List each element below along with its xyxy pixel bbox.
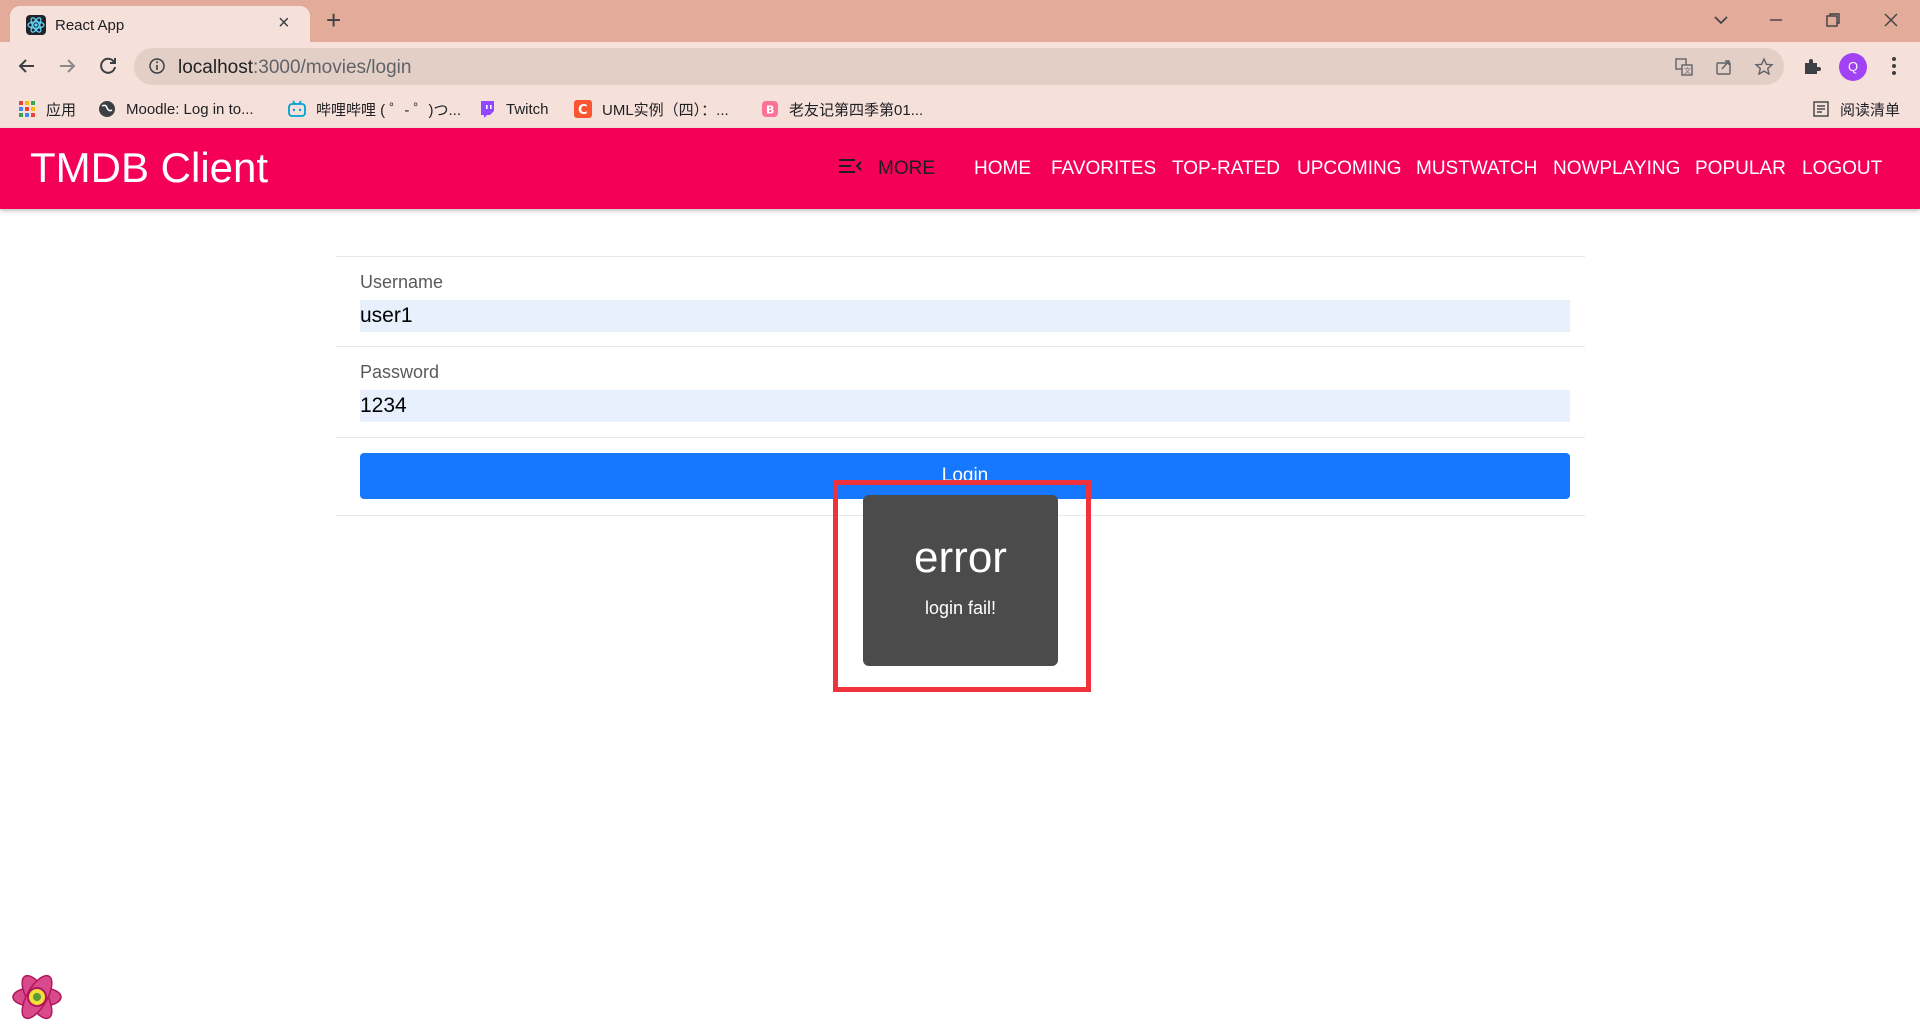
svg-text:文: 文 bbox=[1684, 66, 1691, 75]
nav-link-nowplaying[interactable]: NOWPLAYING bbox=[1553, 158, 1680, 180]
app-navbar: TMDB Client MORE HOME FAVORITES TOP-RATE… bbox=[0, 128, 1920, 209]
new-tab-icon[interactable]: + bbox=[326, 6, 341, 34]
login-form: Username Password Login bbox=[336, 256, 1585, 516]
profile-avatar[interactable]: Q bbox=[1839, 53, 1867, 81]
bookmark-label: 老友记第四季第01... bbox=[789, 101, 924, 119]
browser-tab-strip: React App × + bbox=[0, 0, 1920, 42]
bookmark-label: 哔哩哔哩 ( ゜- ゜)つ... bbox=[316, 101, 461, 119]
browser-tab[interactable]: React App × bbox=[10, 6, 310, 42]
minimize-icon[interactable] bbox=[1764, 8, 1788, 32]
annotation-highlight-box bbox=[833, 480, 1091, 692]
back-arrow-icon[interactable] bbox=[15, 54, 39, 78]
bookmark-star-icon[interactable] bbox=[1754, 57, 1774, 77]
bookmark-twitch[interactable]: Twitch bbox=[478, 99, 549, 119]
tab-search-icon[interactable] bbox=[1709, 8, 1733, 32]
url-host: localhost bbox=[178, 57, 253, 78]
more-menu-label: MORE bbox=[878, 157, 935, 179]
tab-close-icon[interactable]: × bbox=[278, 12, 290, 34]
menu-open-icon bbox=[838, 156, 862, 181]
share-icon[interactable] bbox=[1714, 57, 1734, 77]
reading-list[interactable]: 阅读清单 bbox=[1812, 99, 1900, 119]
address-bar[interactable]: localhost:3000/movies/login 文 bbox=[134, 48, 1784, 85]
apps-grid-icon bbox=[18, 100, 36, 118]
extensions-puzzle-icon[interactable] bbox=[1800, 54, 1824, 78]
username-input[interactable] bbox=[360, 300, 1570, 332]
brand-title[interactable]: TMDB Client bbox=[30, 144, 268, 192]
svg-text:C: C bbox=[578, 103, 588, 118]
restore-icon[interactable] bbox=[1821, 8, 1845, 32]
bookmark-label: Moodle: Log in to... bbox=[126, 100, 254, 118]
form-divider bbox=[336, 256, 1585, 257]
close-window-icon[interactable] bbox=[1879, 8, 1903, 32]
svg-text:B: B bbox=[766, 104, 774, 117]
bookmark-label: 应用 bbox=[46, 101, 77, 119]
nav-link-popular[interactable]: POPULAR bbox=[1695, 158, 1786, 180]
bookmarks-bar: 应用 Moodle: Log in to... 哔哩哔哩 ( ゜- ゜)つ...… bbox=[0, 90, 1920, 128]
bilibili-pink-icon: B bbox=[761, 100, 779, 118]
react-favicon-icon bbox=[26, 15, 46, 35]
translate-icon[interactable]: 文 bbox=[1674, 57, 1694, 77]
nav-link-mustwatch[interactable]: MUSTWATCH bbox=[1416, 158, 1537, 180]
nav-link-favorites[interactable]: FAVORITES bbox=[1051, 158, 1156, 180]
bookmark-uml[interactable]: C UML实例（四）：... bbox=[574, 99, 729, 119]
password-label: Password bbox=[360, 362, 440, 382]
form-divider bbox=[336, 346, 1585, 347]
reading-list-icon bbox=[1812, 100, 1830, 118]
bookmark-apps[interactable]: 应用 bbox=[18, 99, 76, 119]
react-logo-icon bbox=[10, 970, 64, 1024]
bookmark-moodle[interactable]: Moodle: Log in to... bbox=[98, 99, 254, 119]
twitch-icon bbox=[478, 100, 496, 118]
bookmark-label: Twitch bbox=[506, 100, 549, 118]
csdn-icon: C bbox=[574, 100, 592, 118]
username-label: Username bbox=[360, 272, 444, 292]
browser-toolbar: localhost:3000/movies/login 文 bbox=[0, 42, 1920, 90]
globe-icon bbox=[98, 100, 116, 118]
site-info-icon[interactable] bbox=[148, 57, 166, 75]
nav-link-top-rated[interactable]: TOP-RATED bbox=[1172, 158, 1280, 180]
password-input[interactable] bbox=[360, 390, 1570, 422]
bookmark-friends[interactable]: B 老友记第四季第01... bbox=[761, 99, 923, 119]
more-menu-button[interactable]: MORE bbox=[838, 156, 935, 181]
url-text: localhost:3000/movies/login bbox=[178, 57, 411, 79]
nav-link-logout[interactable]: LOGOUT bbox=[1802, 158, 1882, 180]
bookmark-bilibili[interactable]: 哔哩哔哩 ( ゜- ゜)つ... bbox=[288, 99, 461, 119]
nav-link-home[interactable]: HOME bbox=[974, 158, 1031, 180]
browser-menu-icon[interactable] bbox=[1882, 54, 1906, 78]
nav-link-upcoming[interactable]: UPCOMING bbox=[1297, 158, 1402, 180]
reading-list-label: 阅读清单 bbox=[1840, 101, 1901, 119]
reload-icon[interactable] bbox=[96, 54, 120, 78]
bookmark-label: UML实例（四）：... bbox=[602, 101, 729, 119]
bilibili-icon bbox=[288, 100, 306, 118]
tab-title: React App bbox=[55, 17, 125, 34]
forward-arrow-icon[interactable] bbox=[55, 54, 79, 78]
form-divider bbox=[336, 437, 1585, 438]
url-path: :3000/movies/login bbox=[253, 57, 412, 78]
